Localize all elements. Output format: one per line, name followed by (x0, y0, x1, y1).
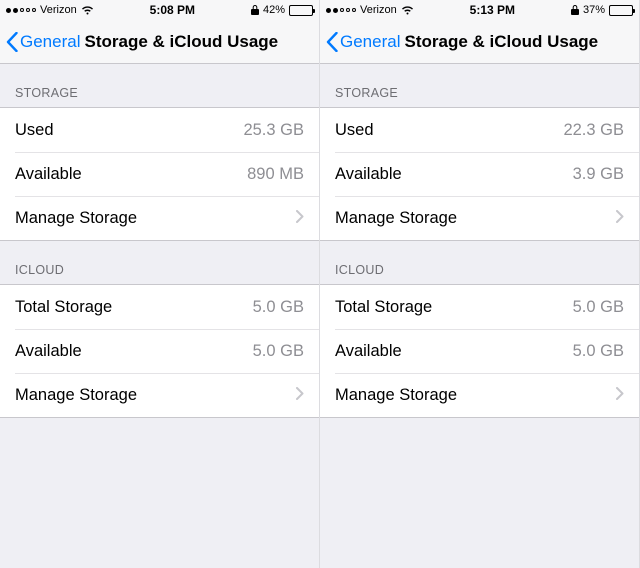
icloud-available-label: Available (15, 342, 82, 361)
battery-icon (609, 5, 633, 16)
icloud-section-header: ICLOUD (0, 241, 319, 284)
content-area: STORAGE Used 25.3 GB Available 890 MB Ma… (0, 64, 319, 568)
icloud-available-row: Available 5.0 GB (0, 329, 319, 373)
storage-available-row: Available 3.9 GB (320, 152, 639, 196)
back-label: General (340, 32, 400, 52)
back-label: General (20, 32, 80, 52)
clock-label: 5:13 PM (470, 3, 515, 17)
icloud-total-row: Total Storage 5.0 GB (0, 285, 319, 329)
status-bar: Verizon 5:08 PM 42% (0, 0, 319, 20)
icloud-group: Total Storage 5.0 GB Available 5.0 GB Ma… (320, 284, 639, 418)
storage-available-label: Available (335, 165, 402, 184)
storage-available-value: 3.9 GB (573, 165, 624, 184)
icloud-group: Total Storage 5.0 GB Available 5.0 GB Ma… (0, 284, 319, 418)
status-right: 37% (571, 4, 633, 16)
icloud-total-label: Total Storage (15, 298, 112, 317)
manage-storage-label: Manage Storage (335, 209, 457, 228)
storage-used-row: Used 22.3 GB (320, 108, 639, 152)
signal-dots-icon (6, 8, 36, 13)
manage-storage-label: Manage Storage (15, 209, 137, 228)
nav-bar: General Storage & iCloud Usage (320, 20, 639, 64)
storage-available-row: Available 890 MB (0, 152, 319, 196)
screen-left: Verizon 5:08 PM 42% General Storage & iC… (0, 0, 320, 568)
status-left: Verizon (6, 4, 94, 16)
icloud-available-row: Available 5.0 GB (320, 329, 639, 373)
storage-section-header: STORAGE (320, 64, 639, 107)
battery-icon (289, 5, 313, 16)
status-left: Verizon (326, 4, 414, 16)
status-bar: Verizon 5:13 PM 37% (320, 0, 639, 20)
back-button[interactable]: General (326, 32, 400, 52)
storage-used-label: Used (15, 121, 54, 140)
manage-icloud-label: Manage Storage (335, 386, 457, 405)
storage-available-value: 890 MB (247, 165, 304, 184)
icloud-available-label: Available (335, 342, 402, 361)
manage-icloud-row[interactable]: Manage Storage (320, 373, 639, 417)
signal-dots-icon (326, 8, 356, 13)
chevron-right-icon (296, 209, 304, 228)
chevron-right-icon (296, 386, 304, 405)
back-button[interactable]: General (6, 32, 80, 52)
manage-storage-row[interactable]: Manage Storage (0, 196, 319, 240)
screen-right: Verizon 5:13 PM 37% General Storage & iC… (320, 0, 640, 568)
icloud-total-label: Total Storage (335, 298, 432, 317)
page-title: Storage & iCloud Usage (404, 32, 598, 52)
page-title: Storage & iCloud Usage (84, 32, 278, 52)
icloud-available-value: 5.0 GB (253, 342, 304, 361)
manage-storage-row[interactable]: Manage Storage (320, 196, 639, 240)
storage-group: Used 25.3 GB Available 890 MB Manage Sto… (0, 107, 319, 241)
nav-bar: General Storage & iCloud Usage (0, 20, 319, 64)
storage-section-header: STORAGE (0, 64, 319, 107)
status-right: 42% (251, 4, 313, 16)
wifi-icon (81, 5, 94, 15)
icloud-total-value: 5.0 GB (253, 298, 304, 317)
chevron-right-icon (616, 209, 624, 228)
wifi-icon (401, 5, 414, 15)
storage-used-label: Used (335, 121, 374, 140)
chevron-right-icon (616, 386, 624, 405)
icloud-available-value: 5.0 GB (573, 342, 624, 361)
storage-available-label: Available (15, 165, 82, 184)
lock-icon (251, 5, 259, 15)
carrier-label: Verizon (40, 4, 77, 16)
storage-group: Used 22.3 GB Available 3.9 GB Manage Sto… (320, 107, 639, 241)
chevron-left-icon (6, 32, 18, 52)
storage-used-value: 25.3 GB (243, 121, 304, 140)
chevron-left-icon (326, 32, 338, 52)
icloud-section-header: ICLOUD (320, 241, 639, 284)
content-area: STORAGE Used 22.3 GB Available 3.9 GB Ma… (320, 64, 639, 568)
icloud-total-value: 5.0 GB (573, 298, 624, 317)
battery-pct-label: 37% (583, 4, 605, 16)
storage-used-value: 22.3 GB (563, 121, 624, 140)
storage-used-row: Used 25.3 GB (0, 108, 319, 152)
lock-icon (571, 5, 579, 15)
manage-icloud-label: Manage Storage (15, 386, 137, 405)
manage-icloud-row[interactable]: Manage Storage (0, 373, 319, 417)
carrier-label: Verizon (360, 4, 397, 16)
icloud-total-row: Total Storage 5.0 GB (320, 285, 639, 329)
battery-pct-label: 42% (263, 4, 285, 16)
clock-label: 5:08 PM (150, 3, 195, 17)
